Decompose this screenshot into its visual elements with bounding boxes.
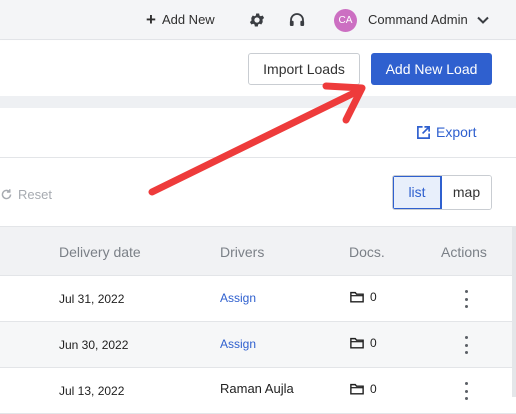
column-header-drivers[interactable]: Drivers xyxy=(220,244,264,260)
folder-icon xyxy=(350,291,364,303)
add-new-label: Add New xyxy=(161,12,215,27)
scrollbar[interactable] xyxy=(512,226,516,397)
avatar[interactable]: CA xyxy=(334,9,357,32)
table-row[interactable]: Jul 13, 2022 Raman Aujla 0 xyxy=(0,368,516,414)
assign-driver-link[interactable]: Assign xyxy=(220,291,256,305)
plus-icon: + xyxy=(146,9,156,29)
export-label: Export xyxy=(436,124,477,140)
column-header-actions: Actions xyxy=(441,244,487,260)
delivery-date-cell: Jul 13, 2022 xyxy=(59,384,125,398)
docs-cell[interactable]: 0 xyxy=(350,336,377,350)
table-row[interactable]: Jul 31, 2022 Assign 0 xyxy=(0,276,516,322)
view-list-button[interactable]: list xyxy=(393,176,442,209)
divider xyxy=(0,157,516,158)
docs-count: 0 xyxy=(370,382,377,396)
reset-icon xyxy=(1,189,12,200)
headset-icon[interactable] xyxy=(288,11,306,29)
chevron-down-icon[interactable] xyxy=(476,13,490,27)
table-row[interactable]: Jun 30, 2022 Assign 0 xyxy=(0,322,516,368)
driver-name: Raman Aujla xyxy=(220,381,294,396)
loads-panel: Export Reset list map Delivery date Driv… xyxy=(0,108,516,414)
page-action-bar: Import Loads Add New Load xyxy=(0,41,516,96)
docs-cell[interactable]: 0 xyxy=(350,290,377,304)
assign-driver-link[interactable]: Assign xyxy=(220,337,256,351)
kebab-menu-icon[interactable] xyxy=(462,290,470,308)
view-map-button[interactable]: map xyxy=(442,176,491,209)
docs-cell[interactable]: 0 xyxy=(350,382,377,396)
export-button[interactable]: Export xyxy=(416,124,476,140)
top-bar: + Add New CA Command Admin xyxy=(0,0,516,40)
reset-button[interactable]: Reset xyxy=(0,187,52,202)
folder-icon xyxy=(350,337,364,349)
user-name[interactable]: Command Admin xyxy=(368,12,468,27)
reset-label: Reset xyxy=(18,187,52,202)
delivery-date-cell: Jun 30, 2022 xyxy=(59,338,129,352)
delivery-date-cell: Jul 31, 2022 xyxy=(59,292,125,306)
table-header: Delivery date Drivers Docs. Actions xyxy=(0,226,516,276)
kebab-menu-icon[interactable] xyxy=(462,336,470,354)
add-new-load-button[interactable]: Add New Load xyxy=(371,53,492,85)
docs-count: 0 xyxy=(370,290,377,304)
view-toggle: list map xyxy=(392,175,492,210)
column-header-delivery-date[interactable]: Delivery date xyxy=(59,244,141,260)
docs-count: 0 xyxy=(370,336,377,350)
folder-icon xyxy=(350,383,364,395)
section-divider xyxy=(0,96,516,108)
import-loads-button[interactable]: Import Loads xyxy=(248,53,360,85)
add-new-button[interactable]: + Add New xyxy=(146,9,215,29)
gear-icon[interactable] xyxy=(248,11,266,29)
kebab-menu-icon[interactable] xyxy=(462,382,470,400)
export-icon xyxy=(417,125,430,139)
column-header-docs[interactable]: Docs. xyxy=(349,244,385,260)
